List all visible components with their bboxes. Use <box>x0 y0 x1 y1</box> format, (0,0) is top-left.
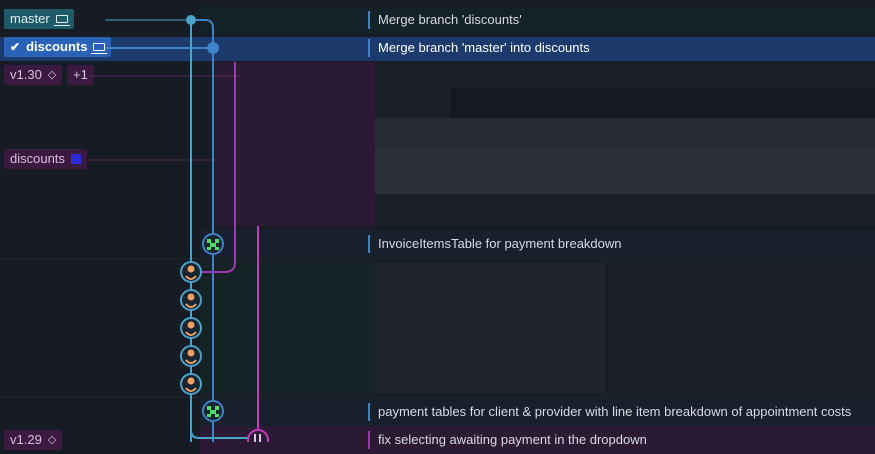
avatar-green-icon <box>202 233 224 255</box>
avatar-orange-icon <box>180 289 202 311</box>
avatar-orange-icon <box>180 373 202 395</box>
avatar-magenta-icon <box>247 429 269 442</box>
commit-graph <box>88 15 269 442</box>
avatar-orange-icon <box>180 345 202 367</box>
commit-dot <box>207 42 219 54</box>
avatar-orange-icon <box>180 261 202 283</box>
avatar-green-icon <box>202 400 224 422</box>
commit-dot <box>186 15 196 25</box>
avatar-orange-icon <box>180 317 202 339</box>
